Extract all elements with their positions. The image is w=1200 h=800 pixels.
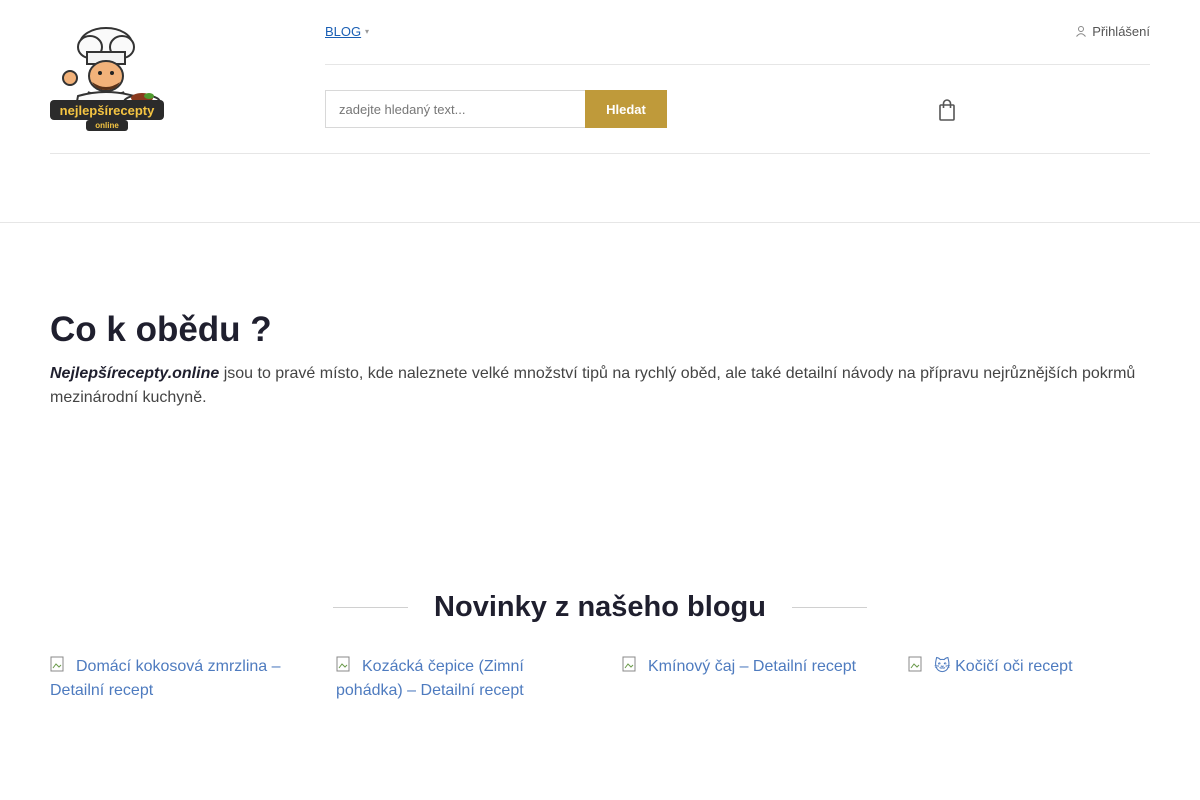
broken-image-icon [622,656,636,672]
intro-text: Nejlepšírecepty.online jsou to pravé mís… [50,362,1150,410]
blog-section-header: Novinky z našeho blogu [333,588,867,626]
nav-link-blog[interactable]: BLOG [325,24,361,39]
blog-post-link[interactable]: Kozácká čepice (Zimní pohádka) – Detailn… [336,655,586,703]
blog-post-link[interactable]: Kmínový čaj – Detailní recept [622,655,872,679]
divider-right [792,606,867,608]
logo-subtext: online [95,121,119,130]
login-link[interactable]: Přihlášení [1076,24,1150,39]
top-bar: BLOG ▾ Přihlášení [325,0,1150,65]
user-icon [1076,26,1087,37]
blog-post-title: Kozácká čepice (Zimní pohádka) – Detailn… [336,658,524,699]
brand-name: Nejlepšírecepty.online [50,365,220,382]
blog-post-link[interactable]: 🐱 Kočičí oči recept [908,655,1158,679]
blog-post-title: Kmínový čaj – Detailní recept [648,658,857,675]
header-divider [50,153,1150,154]
broken-image-icon [50,656,64,672]
page-title: Co k obědu ? [50,310,272,349]
blog-heading: Novinky z našeho blogu [434,590,766,623]
cart-icon[interactable] [938,99,956,121]
blog-post-link[interactable]: Domácí kokosová zmrzlina – Detailní rece… [50,655,300,703]
blog-post-title: Domácí kokosová zmrzlina – Detailní rece… [50,658,281,699]
broken-image-icon [908,656,922,672]
logo-text: nejlepšírecepty [60,103,155,118]
chevron-down-icon: ▾ [365,27,370,36]
site-logo[interactable]: nejlepšírecepty online [50,22,164,132]
divider-left [333,606,408,608]
nav-divider [0,222,1200,223]
search-button[interactable]: Hledat [585,90,667,128]
blog-post-title: 🐱 Kočičí oči recept [934,658,1073,675]
broken-image-icon [336,656,350,672]
login-label: Přihlášení [1092,24,1150,39]
search-input[interactable] [325,90,586,128]
chef-logo-image: nejlepšírecepty online [50,27,164,131]
